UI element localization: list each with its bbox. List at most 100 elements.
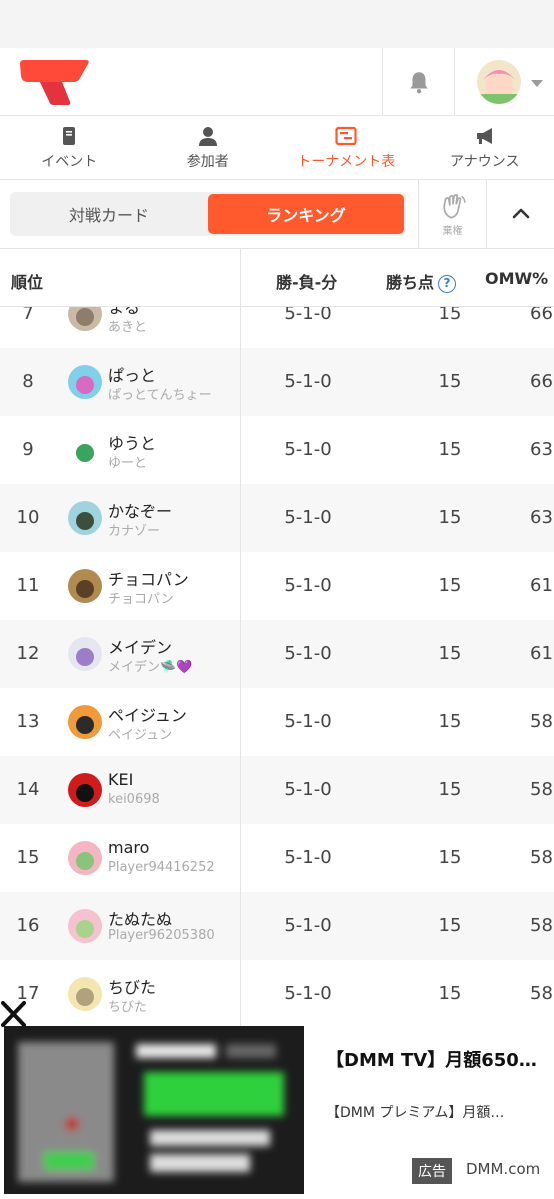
points-cell: 15 (438, 643, 462, 664)
matchups-button[interactable]: 対戦カード (12, 194, 206, 234)
points-cell: 15 (438, 847, 462, 868)
player-id: あきと (108, 320, 148, 335)
rank-cell: 9 (22, 439, 34, 460)
resign-button[interactable]: 棄権 (418, 180, 486, 248)
app-header (0, 48, 554, 116)
player-name[interactable]: maro (108, 838, 149, 857)
rank-header: 順位 (11, 273, 44, 292)
ad-domain: DMM.com (466, 1160, 541, 1178)
player-avatar[interactable] (68, 705, 102, 739)
player-name[interactable]: ちびた (108, 974, 156, 998)
player-avatar[interactable] (68, 501, 102, 535)
table-row[interactable]: 16 たぬたぬ Player96205380 5-1-0 15 58 (0, 892, 554, 960)
player-id: Player96205380 (108, 928, 215, 943)
player-id: Player94416252 (108, 860, 215, 875)
table-row[interactable]: 14 KEI kei0698 5-1-0 15 58 (0, 756, 554, 824)
omw-cell: 58 (530, 983, 553, 1004)
points-cell: 15 (438, 983, 462, 1004)
player-avatar[interactable] (68, 773, 102, 807)
table-row[interactable]: 10 かなぞー カナゾー 5-1-0 15 63 (0, 484, 554, 552)
record-cell: 5-1-0 (284, 371, 332, 392)
omw-cell: 63 (530, 507, 553, 528)
player-id: kei0698 (108, 792, 160, 807)
points-header: 勝ち点? (386, 269, 457, 293)
player-avatar[interactable] (68, 909, 102, 943)
tab-bracket[interactable]: トーナメント表 (277, 116, 416, 179)
ranking-button[interactable]: ランキング (208, 194, 404, 234)
player-avatar[interactable] (68, 365, 102, 399)
view-toolbar: 対戦カード ランキング 棄権 (0, 180, 554, 249)
column-divider (240, 688, 241, 756)
player-avatar[interactable] (68, 637, 102, 671)
record-cell: 5-1-0 (284, 983, 332, 1004)
bracket-icon (335, 126, 357, 145)
ad-banner[interactable]: 【DMM TV】月額650… 【DMM プレミアム】月額… 広告 DMM.com (0, 1026, 554, 1199)
ad-title[interactable]: 【DMM TV】月額650… (326, 1046, 537, 1072)
points-cell: 15 (438, 915, 462, 936)
omw-cell: 58 (530, 779, 553, 800)
rank-cell: 15 (16, 847, 40, 868)
player-avatar[interactable] (68, 841, 102, 875)
points-cell: 15 (438, 439, 462, 460)
player-id: ゆーと (108, 456, 148, 471)
ranking-table-body: 7 まる あきと 5-1-0 15 66 8 ぱっと ぱっとてんちょー 5-1-0 15 66 9 ゆうと… (0, 280, 554, 1028)
column-divider (240, 552, 241, 620)
user-avatar (477, 60, 521, 104)
points-cell: 15 (438, 711, 462, 732)
player-avatar[interactable] (68, 977, 102, 1011)
player-id: メイデン🛸💜 (108, 660, 193, 675)
player-id: ペイジュン (108, 728, 173, 743)
omw-header: OMW% (485, 269, 549, 288)
ad-image[interactable] (4, 1026, 304, 1194)
rank-cell: 12 (16, 643, 40, 664)
player-name[interactable]: たぬたぬ (108, 906, 172, 930)
table-row[interactable]: 17 ちびた ちびた 5-1-0 15 58 (0, 960, 554, 1028)
rank-cell: 16 (16, 915, 40, 936)
table-row[interactable]: 11 チョコパン チョコパン 5-1-0 15 61 (0, 552, 554, 620)
player-name[interactable]: チョコパン (108, 566, 189, 590)
player-name[interactable]: かなぞー (108, 498, 172, 522)
points-cell: 15 (438, 507, 462, 528)
tab-participants[interactable]: 参加者 (139, 116, 278, 179)
record-cell: 5-1-0 (284, 439, 332, 460)
rank-cell: 8 (22, 371, 34, 392)
player-avatar[interactable] (68, 569, 102, 603)
column-divider (240, 348, 241, 416)
player-name[interactable]: ペイジュン (108, 702, 187, 726)
omw-cell: 63 (530, 439, 553, 460)
table-row[interactable]: 12 メイデン メイデン🛸💜 5-1-0 15 61 (0, 620, 554, 688)
omw-cell: 61 (530, 643, 553, 664)
player-name[interactable]: ぱっと (108, 362, 156, 386)
brand-logo[interactable] (18, 58, 90, 106)
tab-participants-label: 参加者 (186, 153, 229, 170)
ad-badge: 広告 (412, 1158, 452, 1184)
table-row[interactable]: 13 ペイジュン ペイジュン 5-1-0 15 58 (0, 688, 554, 756)
record-cell: 5-1-0 (284, 575, 332, 596)
chevron-up-icon (512, 208, 529, 219)
player-avatar[interactable] (68, 433, 102, 467)
table-row[interactable]: 15 maro Player94416252 5-1-0 15 58 (0, 824, 554, 892)
table-row[interactable]: 8 ぱっと ぱっとてんちょー 5-1-0 15 66 (0, 348, 554, 416)
omw-cell: 58 (530, 915, 553, 936)
table-row[interactable]: 9 ゆうとゆーと 5-1-0 15 63 (0, 416, 554, 484)
help-icon[interactable]: ? (438, 275, 457, 293)
notifications-button[interactable] (382, 48, 454, 115)
account-menu-button[interactable] (454, 48, 554, 115)
record-cell: 5-1-0 (284, 711, 332, 732)
tab-event-label: イベント (41, 153, 98, 170)
player-name[interactable]: KEI (108, 770, 133, 789)
column-divider (240, 824, 241, 892)
points-cell: 15 (438, 779, 462, 800)
player-name[interactable]: ゆうと (108, 430, 156, 454)
ad-description[interactable]: 【DMM プレミアム】月額… (326, 1102, 504, 1122)
tab-announce-label: アナウンス (450, 153, 520, 170)
close-ad-button[interactable] (0, 998, 28, 1028)
collapse-button[interactable] (486, 180, 554, 248)
ad-image-blurred (4, 1026, 304, 1194)
player-id: カナゾー (108, 524, 161, 539)
player-name[interactable]: メイデン (108, 634, 172, 658)
tab-event[interactable]: イベント (0, 116, 139, 179)
record-header: 勝-負-分 (276, 273, 338, 292)
tab-announce[interactable]: アナウンス (416, 116, 554, 179)
column-divider (240, 960, 241, 1028)
